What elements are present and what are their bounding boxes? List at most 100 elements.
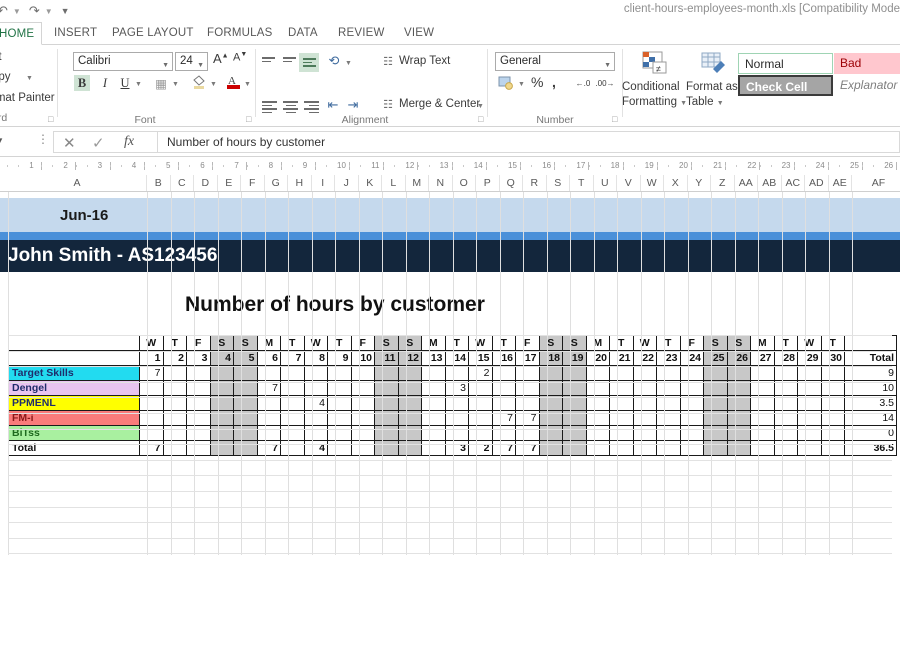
customer-label-cell[interactable]: Total [8,440,140,456]
hours-cell[interactable] [162,440,187,456]
hours-cell[interactable] [820,425,845,441]
hours-cell[interactable] [233,425,258,441]
hours-cell[interactable] [750,440,775,456]
wrap-text-icon[interactable]: ☷ [380,53,396,69]
name-box-dropdown-icon[interactable]: ▼ [0,136,4,145]
hours-cell[interactable] [468,425,493,441]
hours-cell[interactable] [562,365,587,381]
column-header-t[interactable]: T [570,175,594,191]
hours-cell[interactable] [703,425,728,441]
tab-formulas[interactable]: FORMULAS [201,22,279,45]
borders-icon[interactable]: ▦ [153,75,169,91]
align-center-icon[interactable] [283,101,298,114]
hours-cell[interactable] [726,425,751,441]
hours-cell[interactable]: 2 [468,440,493,456]
undo-icon[interactable]: ↶ [0,2,11,20]
hours-cell[interactable] [773,425,798,441]
hours-cell[interactable] [350,425,375,441]
comma-style-button[interactable]: , [552,74,556,90]
column-header-ac[interactable]: AC [782,175,805,191]
hours-cell[interactable] [374,365,399,381]
hours-cell[interactable] [609,425,634,441]
tab-review[interactable]: REVIEW [332,22,391,45]
hours-cell[interactable] [797,440,822,456]
cell-style-normal[interactable]: Normal [738,53,833,74]
hours-cell[interactable] [820,365,845,381]
percent-style-button[interactable]: % [531,74,543,90]
copy-button[interactable]: opy [0,71,11,83]
hours-cell[interactable] [280,425,305,441]
column-header-p[interactable]: P [476,175,500,191]
underline-dropdown-icon[interactable]: ▼ [135,81,142,88]
hours-cell[interactable] [209,365,234,381]
hours-cell[interactable]: 7 [256,440,281,456]
hours-cell[interactable] [186,440,211,456]
hours-cell[interactable]: 7 [139,440,164,456]
column-header-af[interactable]: AF [852,175,900,191]
hours-cell[interactable]: 7 [491,440,516,456]
hours-cell[interactable] [374,440,399,456]
hours-cell[interactable] [820,440,845,456]
column-header-b[interactable]: B [147,175,171,191]
confirm-icon[interactable]: ✓ [92,134,105,152]
hours-cell[interactable]: 7 [139,365,164,381]
hours-cell[interactable] [491,425,516,441]
align-left-icon[interactable] [262,101,277,114]
tab-insert[interactable]: INSERT [48,22,103,45]
hours-cell[interactable] [186,365,211,381]
hours-cell[interactable] [303,425,328,441]
hours-cell[interactable] [750,365,775,381]
top-align-icon[interactable] [262,57,277,69]
format-as-table-label2[interactable]: Table ▼ [686,96,724,108]
undo-dropdown-icon[interactable]: ▼ [13,7,21,16]
hours-cell[interactable] [162,365,187,381]
column-header-c[interactable]: C [171,175,194,191]
conditional-formatting-label[interactable]: Conditional [622,81,680,93]
column-header-h[interactable]: H [288,175,312,191]
decrease-indent-icon[interactable]: ⇤ [325,97,341,113]
accounting-dropdown-icon[interactable]: ▼ [518,81,525,88]
hours-cell[interactable] [397,425,422,441]
column-header-z[interactable]: Z [711,175,735,191]
customer-label-cell[interactable]: BiTss [8,425,140,441]
hours-cell[interactable] [444,425,469,441]
hours-cell[interactable] [609,365,634,381]
hours-cell[interactable] [703,440,728,456]
hours-cell[interactable] [679,425,704,441]
alignment-dialog-launcher-icon[interactable]: □ [478,114,483,124]
hours-cell[interactable] [327,425,352,441]
cell-style-check-cell[interactable]: Check Cell [738,75,833,96]
column-header-j[interactable]: J [335,175,359,191]
font-size-input[interactable]: 24 ▼ [175,52,208,71]
hours-cell[interactable] [538,365,563,381]
align-right-icon[interactable] [304,101,319,114]
conditional-formatting-icon[interactable]: ≠ [641,51,669,77]
insert-function-icon[interactable]: fx [124,134,134,150]
hours-cell[interactable] [397,365,422,381]
hours-cell[interactable] [350,440,375,456]
font-color-dropdown-icon[interactable]: ▼ [244,81,251,88]
hours-cell[interactable] [797,365,822,381]
hours-cell[interactable]: 3 [444,440,469,456]
shrink-font-icon[interactable]: A▼ [233,51,247,64]
hours-cell[interactable] [256,365,281,381]
column-header-f[interactable]: F [241,175,265,191]
hours-cell[interactable] [632,425,657,441]
hours-cell[interactable] [421,365,446,381]
bold-button[interactable]: B [74,75,90,91]
tab-view[interactable]: VIEW [398,22,440,45]
italic-button[interactable]: I [97,75,113,91]
hours-cell[interactable] [679,365,704,381]
orientation-dropdown-icon[interactable]: ▼ [345,60,352,67]
column-header-d[interactable]: D [194,175,218,191]
hours-cell[interactable] [726,440,751,456]
tab-data[interactable]: DATA [282,22,324,45]
column-header-l[interactable]: L [382,175,406,191]
borders-dropdown-icon[interactable]: ▼ [172,81,179,88]
hours-cell[interactable] [538,425,563,441]
hours-cell[interactable] [632,440,657,456]
bottom-align-icon[interactable] [299,53,319,72]
hours-cell[interactable] [562,440,587,456]
number-format-select[interactable]: General ▼ [495,52,615,71]
increase-decimal-icon[interactable]: ←.0 [574,75,592,91]
